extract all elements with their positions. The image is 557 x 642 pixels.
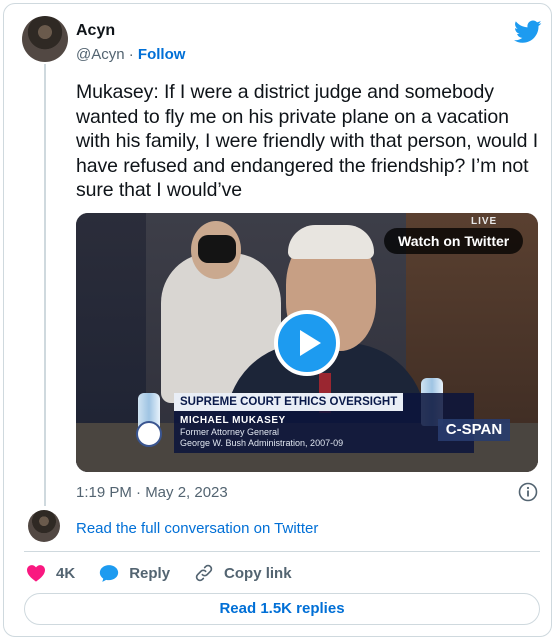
video-figure (198, 235, 236, 263)
senate-seal-icon (136, 421, 162, 447)
action-bar: 4K Reply Copy link (26, 562, 316, 584)
chyron-subtitle: Former Attorney General (180, 427, 280, 437)
author-handle[interactable]: @Acyn (76, 46, 125, 63)
chyron-title: SUPREME COURT ETHICS OVERSIGHT (174, 393, 404, 411)
info-icon[interactable] (518, 482, 538, 502)
play-icon (300, 330, 321, 356)
video-speaker (288, 225, 374, 259)
video-player[interactable]: SUPREME COURT ETHICS OVERSIGHT MICHAEL M… (76, 213, 538, 472)
chyron-name: MICHAEL MUKASEY (180, 415, 286, 426)
reader-avatar (28, 510, 60, 542)
chyron-subtitle: George W. Bush Administration, 2007-09 (180, 438, 344, 448)
author-name[interactable]: Acyn (76, 22, 115, 40)
author-meta: @Acyn · Follow (76, 46, 185, 63)
like-button[interactable]: 4K (26, 564, 75, 582)
follow-button[interactable]: Follow (138, 46, 186, 63)
twitter-bird-icon[interactable] (514, 20, 542, 44)
network-logo: C-SPAN (438, 419, 510, 441)
author-avatar[interactable] (22, 16, 68, 62)
read-replies-button[interactable]: Read 1.5K replies (24, 593, 540, 625)
thread-line (44, 64, 46, 506)
tweet-text: Mukasey: If I were a district judge and … (76, 81, 539, 201)
meta-separator: · (128, 46, 134, 63)
link-icon (195, 564, 213, 582)
watch-on-twitter-button[interactable]: Watch on Twitter (384, 228, 524, 254)
reply-button[interactable]: Reply (99, 564, 170, 583)
divider (24, 551, 540, 552)
read-conversation-link[interactable]: Read the full conversation on Twitter (76, 520, 318, 537)
copy-link-label: Copy link (224, 564, 292, 582)
play-button[interactable] (274, 310, 340, 376)
live-label: LIVE (471, 216, 498, 227)
tweet-embed-card: Acyn @Acyn · Follow Mukasey: If I were a… (3, 3, 552, 637)
reply-label: Reply (129, 564, 171, 582)
heart-icon (27, 565, 45, 582)
video-chyron: SUPREME COURT ETHICS OVERSIGHT MICHAEL M… (174, 393, 474, 453)
tweet-timestamp[interactable]: 1:19 PM · May 2, 2023 (76, 484, 228, 501)
copy-link-button[interactable]: Copy link (194, 563, 292, 583)
reply-bubble-icon (100, 564, 119, 582)
like-count: 4K (56, 564, 76, 582)
